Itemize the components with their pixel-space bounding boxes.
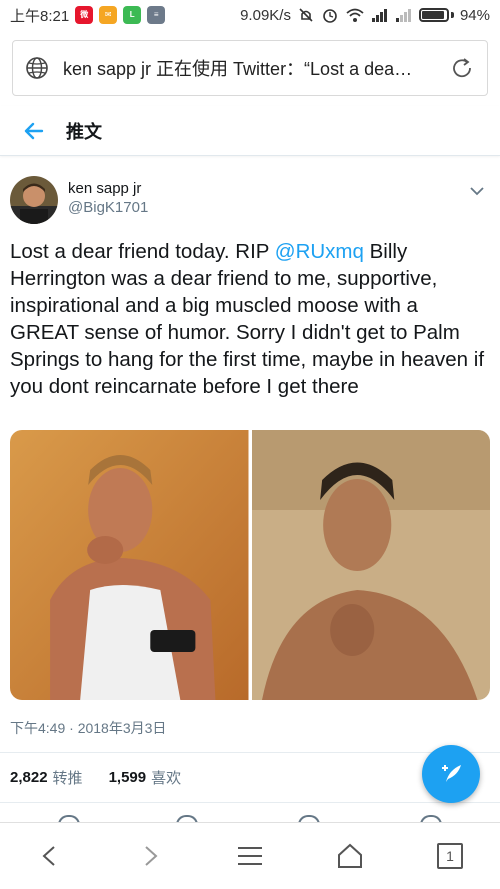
battery-icon [418, 8, 449, 22]
reload-icon[interactable] [449, 55, 475, 81]
menu-icon [238, 847, 262, 865]
mail-icon: ✉ [99, 6, 118, 24]
chevron-right-icon [145, 846, 158, 866]
status-bar: 上午8:21 微 ✉ L ≡ 9.09K/s 94% [0, 0, 500, 30]
retweets-label[interactable]: 转推 [53, 767, 83, 788]
tweet-header: ken sapp jr @BigK1701 [10, 176, 490, 226]
url-title[interactable]: ken sapp jr 正在使用 Twitter：“Lost a dea… [63, 55, 435, 81]
chevron-left-icon [42, 846, 55, 866]
mute-icon [299, 8, 313, 22]
page-title: 推文 [66, 121, 102, 142]
alarm-icon [323, 9, 337, 23]
compose-tweet-button[interactable] [422, 745, 480, 803]
message-icon: ≡ [147, 6, 166, 24]
mention-link[interactable]: @RUxmq [275, 240, 364, 263]
signal-icon-2 [395, 9, 411, 22]
globe-icon [26, 57, 48, 79]
tweet-text-end: Billy Herrington was a dear friend to me… [10, 240, 485, 398]
photo-right[interactable] [251, 430, 490, 700]
url-bar[interactable]: ken sapp jr 正在使用 Twitter：“Lost a dea… [12, 40, 488, 96]
photo-left[interactable] [10, 430, 249, 700]
retweets-count[interactable]: 2,822 [10, 769, 48, 786]
tweet-media [10, 430, 490, 700]
weibo-icon: 微 [75, 6, 94, 24]
author-handle[interactable]: @BigK1701 [68, 199, 148, 216]
status-time: 上午8:21 [10, 7, 70, 25]
tabs-button[interactable]: 1 [430, 836, 470, 876]
menu-button[interactable] [230, 836, 270, 876]
tweet-text: Lost a dear friend today. RIP @RUxmq Bil… [10, 238, 490, 400]
net-speed: 9.09K/s [240, 6, 291, 24]
signal-icon [371, 9, 387, 22]
green-app-icon: L [123, 6, 142, 24]
page-header: 推文 [0, 106, 500, 156]
like-icon[interactable] [298, 815, 320, 822]
share-icon[interactable] [420, 815, 442, 822]
reply-icon[interactable] [58, 815, 80, 822]
feather-plus-icon [442, 765, 461, 782]
avatar[interactable] [10, 176, 58, 224]
battery-percent: 94% [459, 6, 490, 24]
forward-button[interactable] [130, 836, 170, 876]
likes-count[interactable]: 1,599 [109, 769, 147, 786]
tab-count: 1 [437, 843, 463, 869]
tweet-timestamp[interactable]: 下午4:49 · 2018年3月3日 [10, 718, 166, 738]
browser-nav-bar: 1 [0, 822, 500, 889]
chevron-down-icon[interactable] [468, 182, 486, 200]
home-button[interactable] [330, 836, 370, 876]
author-name[interactable]: ken sapp jr [68, 180, 148, 197]
back-button[interactable] [30, 836, 70, 876]
likes-label[interactable]: 喜欢 [151, 767, 181, 788]
battery-tip [450, 12, 454, 18]
home-icon [338, 843, 362, 868]
tweet-text-start: Lost a dear friend today. RIP [10, 240, 275, 263]
tweet-actions [0, 802, 500, 822]
back-arrow-icon[interactable] [22, 119, 46, 143]
retweet-icon[interactable] [176, 815, 198, 822]
wifi-icon [346, 8, 364, 22]
